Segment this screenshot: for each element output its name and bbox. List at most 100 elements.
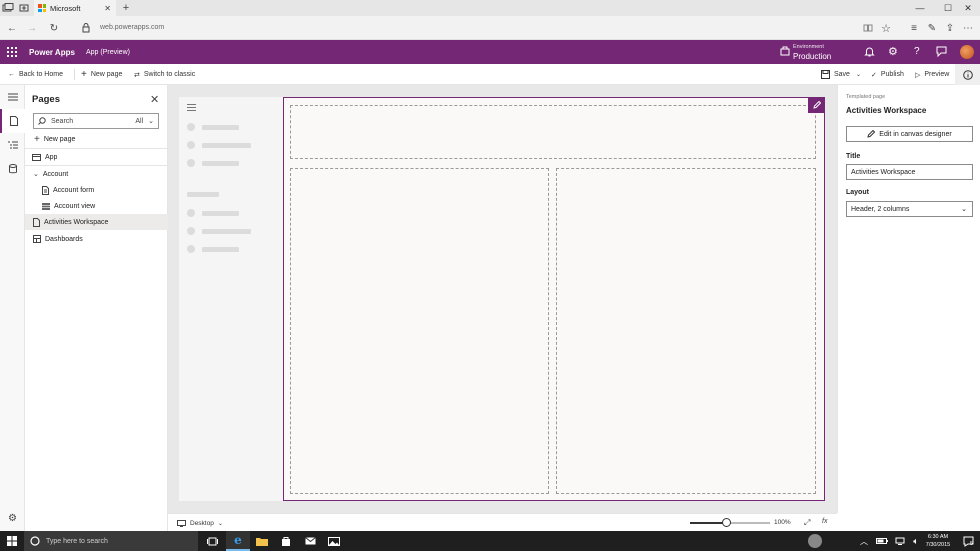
browser-tab[interactable]: Microsoft ✕	[34, 0, 116, 16]
title-field[interactable]: Activities Workspace	[846, 164, 973, 180]
edge-e-icon: e	[234, 533, 242, 547]
save-button[interactable]: Save ⌄	[821, 64, 861, 85]
preview-button[interactable]: ▷ Preview	[915, 64, 949, 85]
switch-to-classic-button[interactable]: ⇄ Switch to classic	[134, 64, 195, 85]
skeleton-bar	[202, 161, 239, 166]
windows-start-icon[interactable]	[0, 531, 24, 551]
header-region[interactable]	[290, 105, 816, 159]
mail-icon[interactable]	[298, 531, 322, 551]
avatar[interactable]	[960, 45, 974, 59]
help-icon[interactable]: ?	[914, 46, 920, 57]
app-launcher-icon[interactable]	[7, 47, 17, 57]
page-frame[interactable]	[283, 97, 825, 501]
tree-item-dashboards[interactable]: Dashboards	[25, 231, 168, 247]
user-avatar[interactable]	[808, 534, 822, 548]
tree-item-account-view[interactable]: Account view	[25, 198, 168, 214]
clock[interactable]: 6:30 AM 7/30/2015	[922, 533, 954, 549]
tree-item-account[interactable]: ⌄ Account	[25, 166, 168, 182]
close-pane-icon[interactable]: ✕	[150, 93, 159, 106]
chevron-down-icon[interactable]: ⌄	[856, 71, 861, 78]
task-view-icon[interactable]	[200, 531, 224, 551]
skeleton-dot	[187, 141, 195, 149]
layout-select[interactable]: Header, 2 columns ⌄	[846, 201, 973, 217]
page-search-box[interactable]: Search All ⌄	[33, 113, 159, 129]
skeleton-dot	[187, 159, 195, 167]
action-center-icon[interactable]: 5	[956, 531, 980, 551]
taskbar-search-placeholder: Type here to search	[46, 537, 108, 545]
edit-in-canvas-designer-button[interactable]: Edit in canvas designer	[846, 126, 973, 142]
new-tab-icon[interactable]: +	[118, 0, 134, 16]
app-name[interactable]: Power Apps	[29, 48, 75, 57]
refresh-icon[interactable]: ↻	[46, 20, 62, 36]
search-input[interactable]: Search	[51, 118, 73, 125]
set-tabs-aside-icon[interactable]	[16, 0, 32, 16]
chevron-down-icon[interactable]: ⌄	[148, 117, 154, 125]
device-label: Desktop	[190, 519, 214, 527]
taskbar-search-box[interactable]: Type here to search	[24, 531, 198, 551]
tree-item-label: App	[45, 153, 58, 161]
device-selector[interactable]: Desktop ⌄	[177, 514, 223, 532]
back-icon[interactable]: ←	[4, 20, 20, 36]
more-icon[interactable]: ⋯	[960, 20, 976, 36]
reading-view-icon[interactable]	[860, 20, 876, 36]
settings-gear-icon[interactable]: ⚙	[888, 45, 898, 58]
skeleton-bar	[202, 229, 251, 234]
new-page-button[interactable]: + New page	[81, 64, 122, 85]
divider	[74, 69, 75, 80]
search-filter[interactable]: All	[135, 118, 143, 125]
settings-gear-icon[interactable]: ⚙	[0, 506, 25, 530]
environment-value[interactable]: Production	[793, 52, 831, 61]
info-icon	[962, 69, 973, 80]
edge-taskbar-icon[interactable]: e	[226, 531, 250, 551]
tree-item-activities-workspace[interactable]: Activities Workspace	[25, 214, 168, 230]
skeleton-dot	[187, 123, 195, 131]
tree-item-app[interactable]: App	[25, 149, 168, 165]
new-page-link[interactable]: + New page	[25, 131, 168, 147]
minimize-icon[interactable]: —	[908, 0, 932, 16]
preview-label: Preview	[924, 71, 950, 78]
skeleton-bar	[202, 247, 239, 252]
data-tab-icon[interactable]	[0, 157, 25, 181]
layout-select-value: Header, 2 columns	[851, 205, 910, 213]
chevron-down-icon[interactable]: ⌄	[33, 170, 39, 178]
back-to-home-button[interactable]: ← Back to Home	[8, 64, 63, 85]
web-note-icon[interactable]: ✎	[924, 20, 940, 36]
publish-button[interactable]: ✓ Publish	[871, 64, 904, 85]
zoom-slider-thumb[interactable]	[721, 518, 731, 527]
skeleton-dot	[187, 245, 195, 253]
column-right-region[interactable]	[556, 168, 816, 494]
favorite-star-icon[interactable]: ☆	[878, 20, 894, 36]
page-type-caption: Templated page	[846, 94, 886, 100]
hub-icon[interactable]: ≡	[906, 20, 922, 36]
close-window-icon[interactable]: ✕	[956, 0, 980, 16]
close-tab-icon[interactable]: ✕	[104, 4, 111, 13]
preview-sitemap	[179, 97, 283, 501]
dashboard-icon	[33, 235, 41, 243]
forward-icon[interactable]: →	[24, 20, 40, 36]
hamburger-icon	[187, 104, 196, 111]
skeleton-dot	[187, 227, 195, 235]
pages-tab-icon[interactable]	[0, 109, 25, 133]
navigation-tab-icon[interactable]	[0, 133, 25, 157]
edit-page-button[interactable]	[808, 97, 825, 113]
photos-icon[interactable]	[322, 531, 346, 551]
column-left-region[interactable]	[290, 168, 549, 494]
tree-item-label: Dashboards	[45, 235, 83, 243]
store-icon[interactable]	[274, 531, 298, 551]
url-text[interactable]: web.powerapps.com	[100, 24, 164, 31]
tree-item-account-form[interactable]: Account form	[25, 182, 168, 198]
notifications-icon[interactable]	[864, 46, 875, 57]
info-button[interactable]	[955, 64, 980, 85]
fit-to-screen-icon[interactable]: ⤢	[804, 518, 810, 528]
form-icon	[42, 185, 49, 195]
feedback-icon[interactable]	[936, 46, 947, 57]
collapse-menu-icon[interactable]	[0, 85, 25, 109]
share-icon[interactable]: ⇪	[942, 20, 958, 36]
file-explorer-icon[interactable]	[250, 531, 274, 551]
properties-footer	[837, 513, 980, 531]
tab-actions-icon[interactable]	[0, 0, 16, 16]
formula-icon[interactable]: fx	[822, 518, 827, 525]
zoom-slider[interactable]	[690, 518, 770, 527]
zoom-percent: 100%	[774, 519, 791, 526]
view-grid-icon	[42, 202, 50, 210]
